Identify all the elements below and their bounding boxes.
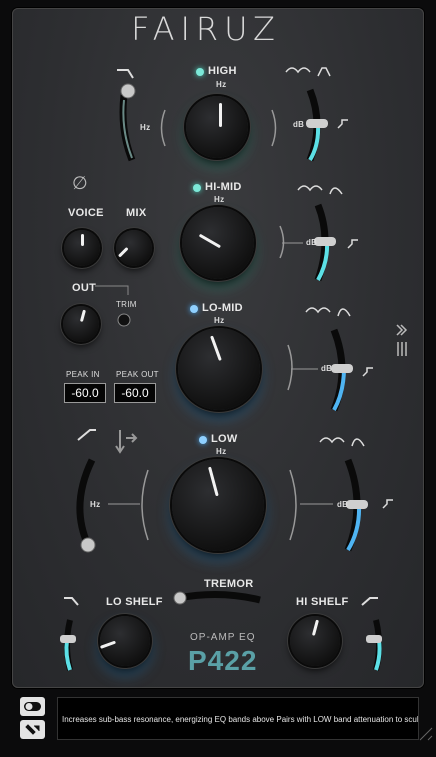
brand-subtitle: OP-AMP EQ [190, 632, 256, 643]
low-cut-shape-icon [77, 429, 96, 441]
hi-shelf-knob[interactable] [290, 616, 340, 666]
lomid-db-handle [331, 364, 353, 373]
low-db-handle [346, 500, 368, 509]
hi-cut-slider-handle [120, 83, 136, 99]
hi-cut-shape-icon [117, 69, 134, 79]
himid-band-label: HI-MID [205, 181, 242, 193]
peak-in-readout: -60.0 [64, 383, 106, 403]
lomid-freq-knob[interactable] [178, 328, 260, 410]
lo-shelf-knob[interactable] [99, 616, 150, 666]
low-band-label: LOW [211, 433, 238, 445]
lomid-band-led[interactable] [190, 305, 198, 313]
mix-label: MIX [126, 207, 147, 219]
peak-in-label: PEAK IN [66, 370, 100, 379]
high-band-led[interactable] [196, 68, 204, 76]
high-hz-label: Hz [216, 80, 227, 89]
himid-hz-label: Hz [214, 195, 225, 204]
toggle-icon[interactable] [20, 697, 45, 716]
expand-icon [396, 324, 408, 336]
low-db-label: dB [337, 500, 349, 509]
low-freq-knob[interactable] [172, 459, 264, 551]
trim-label: TRIM [116, 300, 137, 309]
himid-db-label: dB [306, 238, 318, 247]
tremor-label: TREMOR [204, 578, 254, 590]
tremor-handle [173, 591, 187, 605]
phase-invert-icon[interactable]: ∅ [72, 173, 88, 194]
high-freq-knob[interactable] [186, 96, 248, 158]
high-db-label: dB [293, 120, 305, 129]
low-hz-label: Hz [216, 447, 227, 456]
low-cut-hz-label: Hz [90, 500, 101, 509]
voice-knob[interactable] [64, 230, 100, 266]
voice-label: VOICE [68, 207, 104, 219]
routing-icon [115, 430, 138, 454]
peak-out-readout: -60.0 [114, 383, 156, 403]
high-band-label: HIGH [208, 65, 237, 77]
brand-logo: P422 [188, 645, 258, 676]
out-label: OUT [72, 282, 97, 294]
out-knob[interactable] [63, 306, 99, 342]
hi-cut-hz-label: Hz [140, 123, 151, 132]
lo-shelf-label: LO SHELF [106, 596, 163, 608]
himid-band-led[interactable] [193, 184, 201, 192]
lomid-band-label: LO-MID [202, 302, 243, 314]
peak-out-label: PEAK OUT [116, 370, 159, 379]
lomid-db-label: dB [321, 364, 333, 373]
tool-icon[interactable] [20, 720, 45, 739]
lomid-hz-label: Hz [214, 316, 225, 325]
status-bar: Increases sub-bass resonance, energizing… [57, 697, 419, 740]
low-band-led[interactable] [199, 436, 207, 444]
hi-shelf-label: HI SHELF [296, 596, 349, 608]
mix-knob[interactable] [116, 230, 152, 266]
low-cut-slider-handle [80, 537, 96, 553]
himid-db-handle [314, 237, 336, 246]
high-db-handle [306, 119, 328, 128]
himid-freq-knob[interactable] [182, 207, 254, 279]
